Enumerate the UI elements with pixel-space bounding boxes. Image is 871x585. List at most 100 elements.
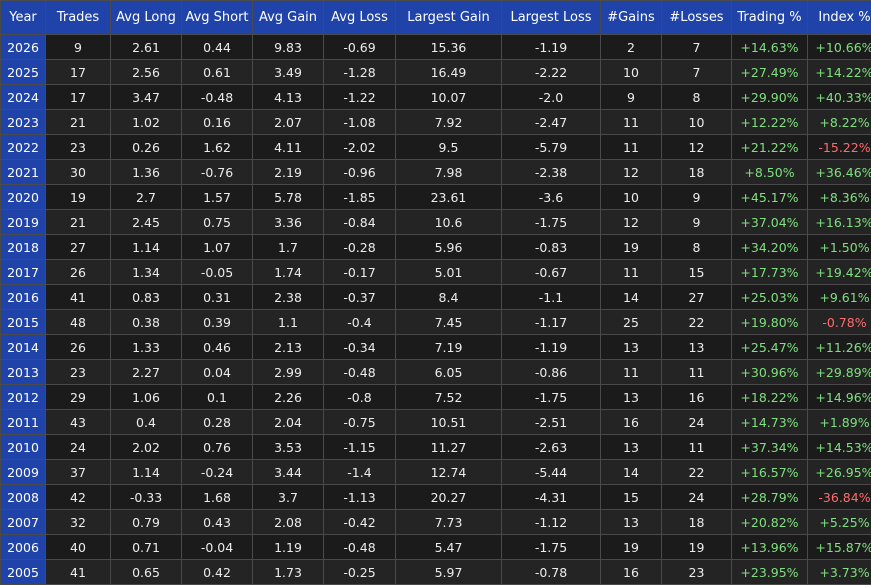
cell-gains: 13	[601, 385, 662, 410]
column-header-avg-long[interactable]: Avg Long	[111, 1, 182, 35]
cell-largest-loss: -2.63	[502, 435, 601, 460]
cell-index-pct: +8.36%	[808, 185, 871, 210]
cell-trades: 24	[46, 435, 111, 460]
cell-losses: 18	[662, 510, 732, 535]
column-header-year[interactable]: Year	[1, 1, 46, 35]
cell-largest-loss: -3.6	[502, 185, 601, 210]
column-header-trading-pct[interactable]: Trading %	[732, 1, 808, 35]
column-header-largest-gain[interactable]: Largest Gain	[396, 1, 502, 35]
cell-gains: 9	[601, 85, 662, 110]
cell-trading-pct: +17.73%	[732, 260, 808, 285]
cell-year: 2008	[1, 485, 46, 510]
cell-trades: 48	[46, 310, 111, 335]
cell-trades: 32	[46, 510, 111, 535]
cell-avg-loss: -0.17	[324, 260, 396, 285]
table-row[interactable]: 2012291.060.12.26-0.87.52-1.751316+18.22…	[1, 385, 871, 410]
cell-avg-short: 0.31	[182, 285, 253, 310]
cell-gains: 12	[601, 210, 662, 235]
cell-avg-long: 1.36	[111, 160, 182, 185]
cell-avg-long: 0.71	[111, 535, 182, 560]
table-row[interactable]: 2025172.560.613.49-1.2816.49-2.22107+27.…	[1, 60, 871, 85]
table-row[interactable]: 2006400.71-0.041.19-0.485.47-1.751919+13…	[1, 535, 871, 560]
cell-avg-gain: 2.13	[253, 335, 324, 360]
table-row[interactable]: 2024173.47-0.484.13-1.2210.07-2.098+29.9…	[1, 85, 871, 110]
cell-largest-loss: -5.79	[502, 135, 601, 160]
cell-avg-gain: 3.7	[253, 485, 324, 510]
table-row[interactable]: 2011430.40.282.04-0.7510.51-2.511624+14.…	[1, 410, 871, 435]
column-header-gains[interactable]: #Gains	[601, 1, 662, 35]
cell-avg-short: -0.04	[182, 535, 253, 560]
cell-largest-gain: 16.49	[396, 60, 502, 85]
column-header-avg-short[interactable]: Avg Short	[182, 1, 253, 35]
cell-year: 2013	[1, 360, 46, 385]
table-row[interactable]: 2017261.34-0.051.74-0.175.01-0.671115+17…	[1, 260, 871, 285]
cell-avg-loss: -0.84	[324, 210, 396, 235]
table-row[interactable]: 2009371.14-0.243.44-1.412.74-5.441422+16…	[1, 460, 871, 485]
table-row[interactable]: 2021301.36-0.762.19-0.967.98-2.381218+8.…	[1, 160, 871, 185]
cell-avg-long: 2.27	[111, 360, 182, 385]
table-row[interactable]: 2014261.330.462.13-0.347.19-1.191313+25.…	[1, 335, 871, 360]
cell-avg-long: 0.79	[111, 510, 182, 535]
cell-largest-loss: -1.19	[502, 35, 601, 60]
cell-year: 2021	[1, 160, 46, 185]
cell-trading-pct: +14.73%	[732, 410, 808, 435]
cell-gains: 15	[601, 485, 662, 510]
cell-largest-gain: 10.07	[396, 85, 502, 110]
column-header-trades[interactable]: Trades	[46, 1, 111, 35]
cell-gains: 11	[601, 110, 662, 135]
cell-avg-gain: 5.78	[253, 185, 324, 210]
cell-losses: 7	[662, 60, 732, 85]
cell-largest-gain: 12.74	[396, 460, 502, 485]
table-row[interactable]: 2010242.020.763.53-1.1511.27-2.631311+37…	[1, 435, 871, 460]
cell-avg-gain: 1.1	[253, 310, 324, 335]
cell-index-pct: +29.89%	[808, 360, 871, 385]
cell-avg-long: 1.06	[111, 385, 182, 410]
table-row[interactable]: 2018271.141.071.7-0.285.96-0.83198+34.20…	[1, 235, 871, 260]
table-row[interactable]: 2013232.270.042.99-0.486.05-0.861111+30.…	[1, 360, 871, 385]
table-row[interactable]: 2023211.020.162.07-1.087.92-2.471110+12.…	[1, 110, 871, 135]
column-header-index-pct[interactable]: Index %	[808, 1, 871, 35]
cell-trades: 21	[46, 110, 111, 135]
table-row[interactable]: 2020192.71.575.78-1.8523.61-3.6109+45.17…	[1, 185, 871, 210]
cell-trades: 37	[46, 460, 111, 485]
cell-year: 2023	[1, 110, 46, 135]
cell-index-pct: -15.22%	[808, 135, 871, 160]
cell-avg-short: 1.57	[182, 185, 253, 210]
cell-index-pct: +8.22%	[808, 110, 871, 135]
cell-avg-long: 2.56	[111, 60, 182, 85]
table-row[interactable]: 2007320.790.432.08-0.427.73-1.121318+20.…	[1, 510, 871, 535]
cell-avg-short: 1.62	[182, 135, 253, 160]
cell-avg-loss: -1.85	[324, 185, 396, 210]
cell-largest-loss: -0.83	[502, 235, 601, 260]
table-row[interactable]: 2019212.450.753.36-0.8410.6-1.75129+37.0…	[1, 210, 871, 235]
cell-year: 2017	[1, 260, 46, 285]
cell-gains: 13	[601, 335, 662, 360]
column-header-largest-loss[interactable]: Largest Loss	[502, 1, 601, 35]
cell-avg-loss: -1.08	[324, 110, 396, 135]
column-header-avg-gain[interactable]: Avg Gain	[253, 1, 324, 35]
cell-avg-gain: 1.19	[253, 535, 324, 560]
cell-index-pct: +10.66%	[808, 35, 871, 60]
cell-largest-gain: 9.5	[396, 135, 502, 160]
column-header-losses[interactable]: #Losses	[662, 1, 732, 35]
cell-index-pct: +14.22%	[808, 60, 871, 85]
cell-losses: 11	[662, 435, 732, 460]
table-row[interactable]: 2016410.830.312.38-0.378.4-1.11427+25.03…	[1, 285, 871, 310]
cell-largest-gain: 5.47	[396, 535, 502, 560]
cell-avg-loss: -0.25	[324, 560, 396, 585]
table-row[interactable]: 2022230.261.624.11-2.029.5-5.791112+21.2…	[1, 135, 871, 160]
table-row[interactable]: 200842-0.331.683.7-1.1320.27-4.311524+28…	[1, 485, 871, 510]
column-header-avg-loss[interactable]: Avg Loss	[324, 1, 396, 35]
cell-avg-short: 1.07	[182, 235, 253, 260]
cell-largest-loss: -2.0	[502, 85, 601, 110]
table-row[interactable]: 202692.610.449.83-0.6915.36-1.1927+14.63…	[1, 35, 871, 60]
cell-losses: 16	[662, 385, 732, 410]
cell-gains: 2	[601, 35, 662, 60]
table-row[interactable]: 2015480.380.391.1-0.47.45-1.172522+19.80…	[1, 310, 871, 335]
cell-index-pct: +26.95%	[808, 460, 871, 485]
cell-year: 2020	[1, 185, 46, 210]
yearly-performance-table: Year Trades Avg Long Avg Short Avg Gain …	[0, 0, 871, 585]
cell-avg-loss: -1.28	[324, 60, 396, 85]
cell-year: 2011	[1, 410, 46, 435]
table-row[interactable]: 2005410.650.421.73-0.255.97-0.781623+23.…	[1, 560, 871, 585]
